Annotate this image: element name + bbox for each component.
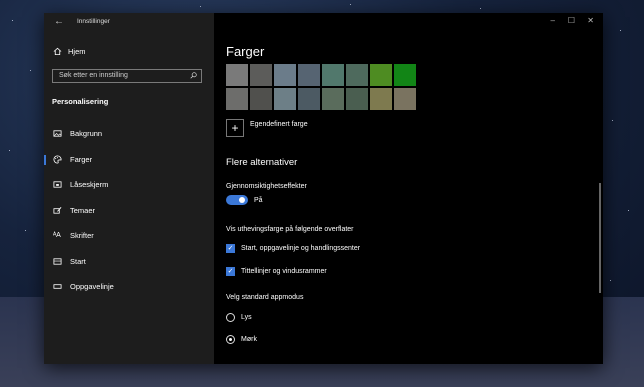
color-swatch[interactable]: [298, 64, 320, 86]
sidebar-item-label: Bakgrunn: [70, 129, 103, 139]
taskbar-icon: [53, 284, 62, 289]
color-swatch[interactable]: [226, 64, 248, 86]
app-mode-label: Velg standard appmodus: [226, 294, 304, 301]
sidebar-item-label: Start: [70, 256, 86, 266]
transparency-label: Gjennomsiktighetseffekter: [226, 183, 307, 190]
font-icon: ᴬA: [53, 232, 61, 240]
main-content: – ☐ ✕ Farger + Egendefinert farge Flere …: [214, 13, 603, 364]
color-swatch[interactable]: [322, 64, 344, 86]
search-placeholder: Søk etter en innstilling: [59, 72, 128, 79]
brush-icon: [53, 206, 62, 214]
sidebar-item-skrifter[interactable]: ᴬA Skrifter: [44, 223, 214, 249]
color-swatch[interactable]: [346, 64, 368, 86]
sidebar-item-temaer[interactable]: Temaer: [44, 198, 214, 224]
palette-icon: [53, 155, 62, 164]
sidebar-item-label: Skrifter: [70, 231, 94, 241]
minimize-button[interactable]: –: [551, 16, 555, 25]
sidebar-item-start[interactable]: Start: [44, 249, 214, 275]
scrollbar[interactable]: [599, 183, 601, 293]
checkbox-titlebars-row[interactable]: ✓ Tittellinjer og vindusrammer: [226, 267, 327, 276]
color-swatch[interactable]: [274, 88, 296, 110]
custom-color-label: Egendefinert farge: [250, 120, 308, 128]
color-swatch[interactable]: [394, 64, 416, 86]
home-icon: [53, 47, 62, 56]
radio-dark-row[interactable]: Mørk: [226, 335, 257, 344]
color-swatch[interactable]: [250, 88, 272, 110]
checkbox-titlebars[interactable]: ✓: [226, 267, 235, 276]
color-swatch[interactable]: [298, 88, 320, 110]
toggle-knob: [239, 197, 245, 203]
sidebar-item-label: Låseskjerm: [70, 180, 109, 190]
color-swatch[interactable]: [370, 88, 392, 110]
home-label: Hjem: [68, 47, 86, 56]
sidebar-nav: Bakgrunn Farger Låseskjerm Temaer ᴬA Skr…: [44, 121, 214, 300]
checkbox-start[interactable]: ✓: [226, 244, 235, 253]
sidebar-item-label: Oppgavelinje: [70, 282, 114, 292]
sidebar-item-label: Temaer: [70, 205, 96, 215]
plus-icon: +: [226, 119, 244, 137]
checkbox-titlebars-label: Tittellinjer og vindusrammer: [241, 268, 327, 275]
picture-icon: [53, 130, 62, 137]
sidebar-item-home[interactable]: Hjem: [53, 47, 86, 56]
maximize-button[interactable]: ☐: [568, 16, 575, 25]
radio-light[interactable]: [226, 313, 235, 322]
color-swatch[interactable]: [226, 88, 248, 110]
color-swatch[interactable]: [322, 88, 344, 110]
sidebar-item-farger[interactable]: Farger: [44, 147, 214, 173]
close-button[interactable]: ✕: [587, 16, 594, 25]
search-input[interactable]: Søk etter en innstilling: [52, 69, 202, 83]
checkbox-start-row[interactable]: ✓ Start, oppgavelinje og handlingssenter: [226, 244, 360, 253]
back-arrow-icon[interactable]: ←: [54, 16, 64, 27]
checkbox-start-label: Start, oppgavelinje og handlingssenter: [241, 245, 361, 252]
page-title: Farger: [226, 44, 265, 59]
app-title: Innstillinger: [77, 18, 110, 25]
radio-dark-label: Mørk: [241, 336, 257, 343]
transparency-toggle-row: På: [226, 195, 263, 205]
transparency-toggle[interactable]: [226, 195, 248, 205]
title-bar: ← Innstillinger: [44, 13, 214, 33]
more-options-heading: Flere alternativer: [226, 157, 298, 168]
settings-window: ← Innstillinger Hjem Søk etter en innsti…: [44, 13, 603, 364]
sidebar-item-bakgrunn[interactable]: Bakgrunn: [44, 121, 214, 147]
sidebar: ← Innstillinger Hjem Søk etter en innsti…: [44, 13, 214, 364]
toggle-state: På: [254, 196, 263, 204]
radio-light-label: Lys: [241, 314, 252, 321]
custom-color-button[interactable]: + Egendefinert farge: [226, 119, 308, 137]
start-icon: [53, 258, 62, 265]
color-swatch[interactable]: [274, 64, 296, 86]
lockscreen-icon: [53, 181, 62, 188]
color-swatch[interactable]: [394, 88, 416, 110]
color-swatch-grid: [226, 64, 416, 110]
section-title: Personalisering: [52, 97, 109, 106]
sidebar-item-laseskjerm[interactable]: Låseskjerm: [44, 172, 214, 198]
color-swatch[interactable]: [346, 88, 368, 110]
sidebar-item-oppgavelinje[interactable]: Oppgavelinje: [44, 274, 214, 300]
color-swatch[interactable]: [370, 64, 392, 86]
radio-light-row[interactable]: Lys: [226, 313, 252, 322]
color-swatch[interactable]: [250, 64, 272, 86]
sidebar-item-label: Farger: [70, 154, 93, 164]
search-icon[interactable]: [190, 72, 197, 79]
accent-surfaces-label: Vis uthevingsfarge på følgende overflate…: [226, 226, 354, 233]
radio-dark[interactable]: [226, 335, 235, 344]
